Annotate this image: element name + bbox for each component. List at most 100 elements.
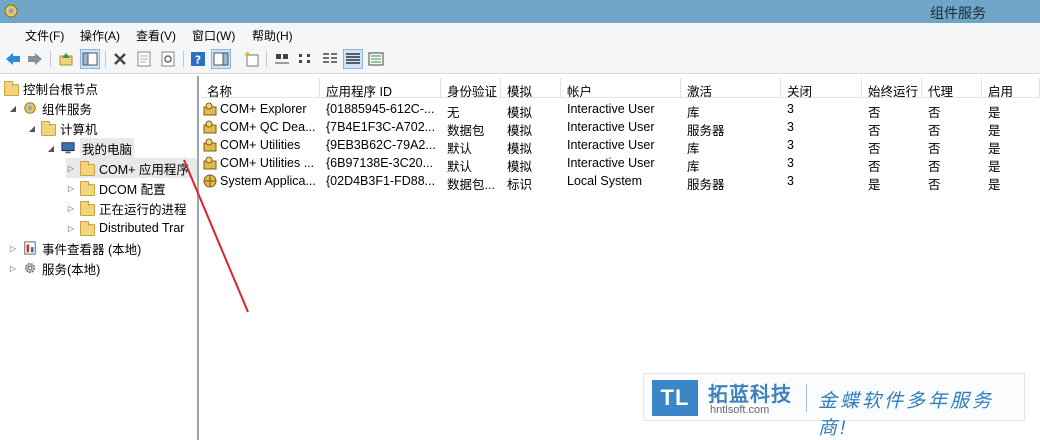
tree-label: 控制台根节点 — [23, 82, 99, 97]
tree-item-com-applications[interactable]: ▷ COM+ 应用程序 — [66, 158, 197, 178]
cell-name: COM+ Explorer — [201, 100, 320, 118]
cell-impersonation: 标识 — [507, 178, 533, 190]
tree-item-distributed-transaction[interactable]: ▷ Distributed Trar — [66, 218, 184, 238]
tree-item-component-services[interactable]: ◢ 组件服务 — [8, 98, 92, 118]
collapsed-arrow-icon[interactable]: ▷ — [8, 243, 18, 253]
large-icons-view-icon[interactable] — [272, 49, 292, 69]
tree-label: 计算机 — [60, 122, 98, 137]
system-app-globe-icon — [203, 174, 217, 188]
com-app-package-icon — [203, 156, 217, 170]
folder-icon — [41, 120, 56, 136]
tree-item-console-root[interactable]: 控制台根节点 — [4, 78, 98, 98]
table-row[interactable]: System Applica... {02D4B3F1-FD88... 数据包.… — [201, 172, 1040, 190]
computer-icon — [61, 142, 75, 154]
cell-always-running: 是 — [868, 178, 881, 190]
watermark-slogan: 金蝶软件多年服务商! — [818, 391, 995, 439]
cell-authentication: 数据包... — [447, 178, 495, 190]
cell-proxy: 否 — [928, 106, 941, 118]
cell-proxy: 否 — [928, 142, 941, 154]
folder-icon — [80, 220, 95, 236]
list-view-icon[interactable] — [320, 49, 340, 69]
cell-authentication: 无 — [447, 106, 460, 118]
expand-arrow-icon[interactable]: ◢ — [46, 143, 56, 153]
tree-item-dcom-config[interactable]: ▷ DCOM 配置 — [66, 178, 166, 198]
title-bar: 组件服务 — [0, 0, 1040, 23]
com-app-package-icon — [203, 138, 217, 152]
cell-proxy: 否 — [928, 124, 941, 136]
up-level-icon[interactable] — [56, 49, 76, 69]
show-action-pane-icon[interactable] — [211, 49, 231, 69]
back-icon[interactable] — [3, 49, 23, 69]
tree-label: DCOM 配置 — [99, 182, 166, 197]
com-app-package-icon — [203, 102, 217, 116]
column-header-shutdown[interactable]: 关闭 — [781, 78, 862, 98]
menu-action[interactable]: 操作(A) — [77, 26, 123, 45]
tree-item-my-computer[interactable]: ◢ 我的电脑 — [46, 137, 135, 159]
watermark-company-name: 拓蓝科技 — [708, 384, 792, 406]
table-row[interactable]: COM+ QC Dea... {7B4E1F3C-A702... 数据包 模拟 … — [201, 118, 1040, 136]
tree-label: 正在运行的进程 — [99, 202, 187, 217]
column-header-activation[interactable]: 激活 — [681, 78, 781, 98]
refresh-icon[interactable] — [158, 49, 178, 69]
tree-item-event-viewer[interactable]: ▷ 事件查看器 (本地) — [8, 238, 141, 258]
cell-proxy: 否 — [928, 178, 941, 190]
expand-arrow-icon[interactable]: ◢ — [27, 123, 37, 133]
component-services-icon — [24, 102, 36, 114]
column-header-name[interactable]: 名称 — [201, 78, 320, 98]
cell-account: Interactive User — [567, 138, 655, 152]
cell-activation: 服务器 — [687, 124, 725, 136]
cell-always-running: 否 — [868, 124, 881, 136]
component-services-icon[interactable] — [3, 3, 19, 19]
collapsed-arrow-icon[interactable]: ▷ — [8, 263, 18, 273]
cell-activation: 库 — [687, 142, 700, 154]
tree-label: 事件查看器 (本地) — [42, 242, 142, 257]
collapsed-arrow-icon[interactable]: ▷ — [66, 203, 76, 213]
menu-file[interactable]: 文件(F) — [22, 26, 67, 45]
column-header-account[interactable]: 帐户 — [561, 78, 681, 98]
details-view-icon[interactable] — [343, 49, 363, 69]
properties-icon[interactable] — [134, 49, 154, 69]
small-icons-view-icon[interactable] — [296, 49, 316, 69]
cell-activation: 库 — [687, 160, 700, 172]
column-header-app-id[interactable]: 应用程序 ID — [320, 78, 441, 98]
tree-item-running-processes[interactable]: ▷ 正在运行的进程 — [66, 198, 187, 218]
column-header-authentication[interactable]: 身份验证 — [441, 78, 501, 98]
show-hide-console-tree-icon[interactable] — [80, 49, 100, 69]
menu-view[interactable]: 查看(V) — [133, 26, 179, 45]
cell-shutdown: 3 — [787, 120, 794, 134]
cell-enabled: 是 — [988, 106, 1001, 118]
expand-arrow-icon[interactable]: ◢ — [8, 103, 18, 113]
menu-help[interactable]: 帮助(H) — [249, 26, 296, 45]
watermark-banner: TL 拓蓝科技 hntlsoft.com 金蝶软件多年服务商! — [643, 373, 1025, 439]
help-icon[interactable]: ? — [188, 49, 208, 69]
tree-item-computers[interactable]: ◢ 计算机 — [27, 118, 98, 138]
collapsed-arrow-icon[interactable]: ▷ — [66, 223, 76, 233]
table-row[interactable]: COM+ Utilities ... {6B97138E-3C20... 默认 … — [201, 154, 1040, 172]
tree-item-services[interactable]: ▷ 服务(本地) — [8, 258, 100, 278]
cell-account: Interactive User — [567, 156, 655, 170]
cell-name: System Applica... — [201, 172, 320, 190]
delete-icon[interactable] — [110, 49, 130, 69]
cell-account: Interactive User — [567, 120, 655, 134]
new-window-icon[interactable] — [242, 49, 262, 69]
table-row[interactable]: COM+ Explorer {01885945-612C-... 无 模拟 In… — [201, 100, 1040, 118]
menu-window[interactable]: 窗口(W) — [189, 26, 238, 45]
export-list-icon[interactable] — [366, 49, 386, 69]
toolbar: ? — [0, 45, 1040, 74]
column-header-enabled[interactable]: 启用 — [982, 78, 1040, 98]
table-row[interactable]: COM+ Utilities {9EB3B62C-79A2... 默认 模拟 I… — [201, 136, 1040, 154]
cell-activation: 服务器 — [687, 178, 725, 190]
cell-app-id: {6B97138E-3C20... — [326, 156, 434, 170]
tree-label: 服务(本地) — [42, 262, 101, 277]
column-header-proxy[interactable]: 代理 — [922, 78, 982, 98]
forward-icon[interactable] — [25, 49, 45, 69]
tree-label: Distributed Trar — [99, 221, 185, 235]
collapsed-arrow-icon[interactable]: ▷ — [66, 183, 76, 193]
column-header-impersonation[interactable]: 模拟 — [501, 78, 561, 98]
tree-label: 组件服务 — [42, 102, 93, 117]
column-header-always-running[interactable]: 始终运行 — [862, 78, 922, 98]
watermark-logo: TL — [652, 380, 698, 416]
cell-app-id: {7B4E1F3C-A702... — [326, 120, 436, 134]
collapsed-arrow-icon[interactable]: ▷ — [66, 163, 76, 173]
cell-shutdown: 3 — [787, 156, 794, 170]
